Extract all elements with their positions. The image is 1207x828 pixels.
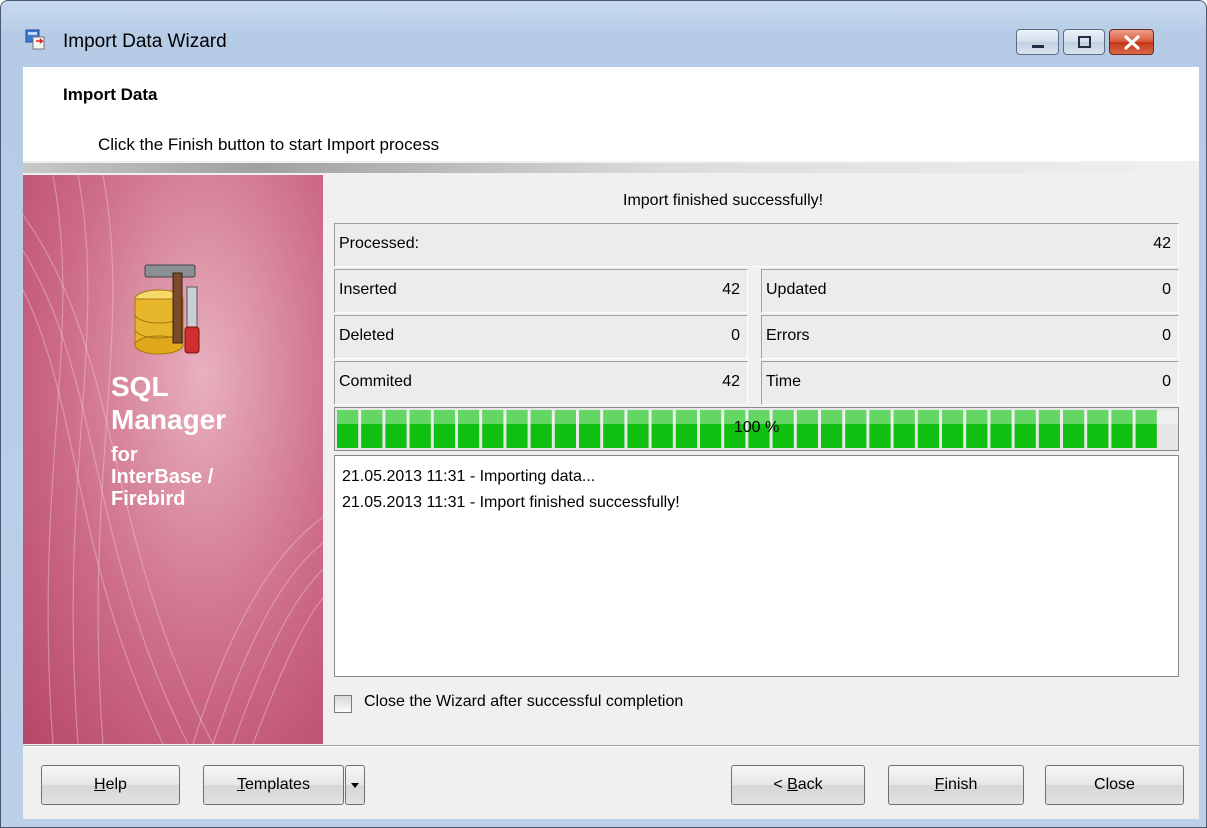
help-button[interactable]: Help bbox=[41, 765, 180, 805]
updated-value: 0 bbox=[1162, 281, 1171, 298]
wizard-client-area: Import Data Click the Finish button to s… bbox=[23, 67, 1199, 819]
back-button[interactable]: < Back bbox=[731, 765, 865, 805]
minimize-icon bbox=[1032, 45, 1044, 48]
processed-panel: Processed: 42 bbox=[334, 223, 1179, 267]
footer-divider bbox=[23, 745, 1199, 747]
close-button[interactable]: Close bbox=[1045, 765, 1184, 805]
close-after-completion-label[interactable]: Close the Wizard after successful comple… bbox=[364, 693, 683, 711]
log-line: 21.05.2013 11:31 - Importing data... bbox=[342, 468, 596, 485]
page-subtitle: Click the Finish button to start Import … bbox=[98, 135, 440, 154]
close-after-completion-checkbox[interactable] bbox=[334, 695, 352, 713]
page-title: Import Data bbox=[63, 85, 158, 104]
processed-value: 42 bbox=[1153, 235, 1171, 252]
errors-value: 0 bbox=[1162, 327, 1171, 344]
commited-panel: Commited 42 bbox=[334, 361, 748, 405]
deleted-panel: Deleted 0 bbox=[334, 315, 748, 359]
brand-firebird: Firebird bbox=[111, 488, 186, 510]
inserted-label: Inserted bbox=[339, 281, 397, 298]
import-wizard-window: Import Data Wizard Import Data Click the… bbox=[0, 0, 1207, 828]
templates-button[interactable]: Templates bbox=[203, 765, 344, 805]
window-title: Import Data Wizard bbox=[63, 31, 227, 52]
close-window-button[interactable] bbox=[1109, 29, 1154, 55]
time-label: Time bbox=[766, 373, 801, 390]
errors-panel: Errors 0 bbox=[761, 315, 1179, 359]
chevron-down-icon bbox=[351, 783, 359, 788]
brand-edition: for InterBase / Firebird bbox=[111, 444, 291, 510]
close-icon bbox=[1124, 35, 1140, 50]
finish-button[interactable]: Finish bbox=[888, 765, 1024, 805]
inserted-value: 42 bbox=[722, 281, 740, 298]
minimize-button[interactable] bbox=[1016, 29, 1059, 55]
time-panel: Time 0 bbox=[761, 361, 1179, 405]
brand-interbase: InterBase / bbox=[111, 466, 214, 488]
time-value: 0 bbox=[1162, 373, 1171, 390]
deleted-value: 0 bbox=[731, 327, 740, 344]
maximize-icon bbox=[1078, 36, 1091, 48]
import-log[interactable]: 21.05.2013 11:31 - Importing data... 21.… bbox=[334, 455, 1179, 677]
brand-manager: Manager bbox=[111, 404, 227, 435]
processed-label: Processed: bbox=[339, 235, 420, 252]
templates-label: emplates bbox=[245, 776, 310, 793]
finish-accel: F bbox=[934, 776, 945, 793]
header-divider bbox=[23, 163, 1199, 173]
wizard-header: Import Data Click the Finish button to s… bbox=[23, 67, 1199, 161]
updated-panel: Updated 0 bbox=[761, 269, 1179, 313]
help-label: elp bbox=[105, 776, 127, 793]
product-banner: SQL Manager for InterBase / Firebird bbox=[23, 175, 323, 744]
commited-label: Commited bbox=[339, 373, 412, 390]
brand-sql: SQL bbox=[111, 371, 169, 402]
log-line: 21.05.2013 11:31 - Import finished succe… bbox=[342, 494, 680, 511]
inserted-panel: Inserted 42 bbox=[334, 269, 748, 313]
errors-label: Errors bbox=[766, 327, 810, 344]
commited-value: 42 bbox=[722, 373, 740, 390]
deleted-label: Deleted bbox=[339, 327, 395, 344]
templates-accel: T bbox=[237, 776, 246, 793]
title-bar[interactable]: Import Data Wizard bbox=[1, 1, 1206, 67]
help-accel: H bbox=[94, 776, 106, 793]
back-accel: B bbox=[787, 776, 798, 793]
finish-label: inish bbox=[944, 776, 978, 793]
back-prefix: < bbox=[773, 776, 788, 793]
progress-percent: 100 % bbox=[733, 419, 780, 436]
maximize-button[interactable] bbox=[1063, 29, 1105, 55]
brand-for: for bbox=[111, 444, 138, 466]
templates-dropdown-button[interactable] bbox=[345, 765, 365, 805]
import-wizard-icon bbox=[25, 29, 45, 50]
updated-label: Updated bbox=[766, 281, 827, 298]
back-label: ack bbox=[797, 776, 823, 793]
database-tools-icon bbox=[134, 264, 200, 355]
status-message: Import finished successfully! bbox=[623, 192, 824, 209]
import-progress-bar: 100 % bbox=[334, 407, 1179, 451]
